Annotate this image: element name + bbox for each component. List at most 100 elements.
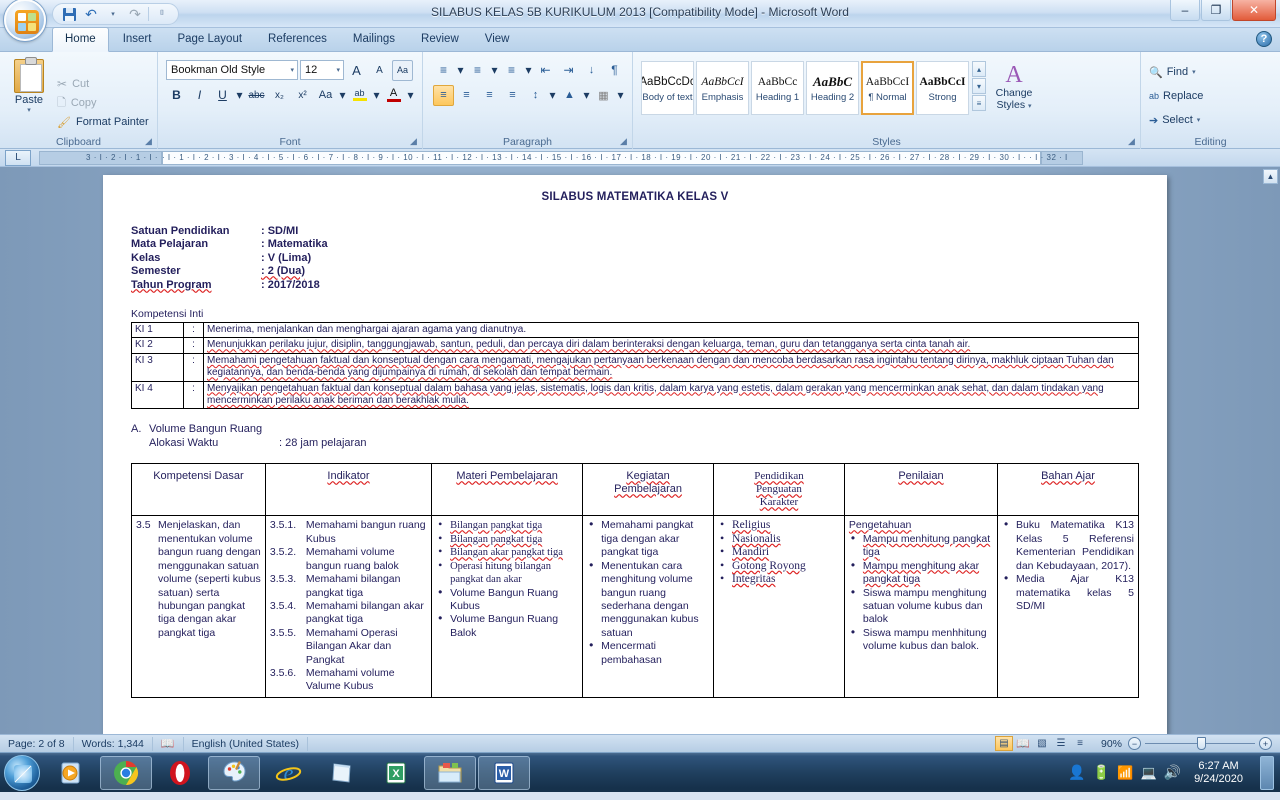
- taskbar-item-excel[interactable]: X: [370, 756, 422, 790]
- customize-qat-button[interactable]: ⌷: [152, 5, 172, 23]
- tab-review[interactable]: Review: [409, 28, 471, 51]
- decrease-indent-button[interactable]: ⇤: [535, 60, 556, 81]
- underline-button[interactable]: U: [212, 85, 233, 106]
- redo-button[interactable]: ↷: [125, 5, 145, 23]
- style-emphasis[interactable]: AaBbCcI Emphasis: [696, 61, 749, 115]
- change-styles-button[interactable]: A Change Styles ▾: [986, 61, 1042, 111]
- style-normal[interactable]: AaBbCcI ¶ Normal: [861, 61, 914, 115]
- align-right-button[interactable]: ≡: [479, 85, 500, 106]
- minimize-button[interactable]: –: [1170, 0, 1200, 21]
- page-indicator[interactable]: Page: 2 of 8: [0, 736, 74, 751]
- font-size-combo[interactable]: 12 ▾: [300, 60, 344, 80]
- taskbar-item-opera[interactable]: [154, 756, 206, 790]
- zoom-in-button[interactable]: +: [1259, 737, 1272, 750]
- start-button[interactable]: [4, 754, 40, 791]
- style-strong[interactable]: AaBbCcI Strong: [916, 61, 969, 115]
- close-button[interactable]: ✕: [1232, 0, 1276, 21]
- align-left-button[interactable]: ≡: [433, 84, 454, 106]
- justify-button[interactable]: ≡: [502, 85, 523, 106]
- font-color-button[interactable]: A: [383, 85, 404, 106]
- line-spacing-button[interactable]: ↕: [525, 85, 546, 106]
- taskbar-item-notepad[interactable]: [316, 756, 368, 790]
- proofing-status[interactable]: 📖: [153, 736, 184, 751]
- tab-view[interactable]: View: [473, 28, 522, 51]
- font-dialog-launcher[interactable]: ◢: [408, 136, 419, 147]
- strikethrough-button[interactable]: abc: [246, 85, 267, 106]
- show-desktop-button[interactable]: [1260, 755, 1274, 790]
- bold-button[interactable]: B: [166, 85, 187, 106]
- increase-indent-button[interactable]: ⇥: [558, 60, 579, 81]
- office-button[interactable]: [4, 0, 46, 41]
- subscript-button[interactable]: x₂: [269, 85, 290, 106]
- tab-home[interactable]: Home: [52, 27, 109, 52]
- view-full-screen-reading[interactable]: 📖: [1014, 736, 1032, 751]
- view-draft[interactable]: ≡: [1071, 736, 1089, 751]
- zoom-knob[interactable]: [1197, 737, 1206, 750]
- highlight-button[interactable]: ab: [349, 85, 370, 106]
- clipboard-dialog-launcher[interactable]: ◢: [143, 136, 154, 147]
- gallery-scroll-up-button[interactable]: ▴: [972, 61, 986, 77]
- style-heading-2[interactable]: AaBbC Heading 2: [806, 61, 859, 115]
- restore-button[interactable]: ❐: [1201, 0, 1231, 21]
- taskbar-item-microsoft-word[interactable]: W: [478, 755, 530, 790]
- clock[interactable]: 6:27 AM 9/24/2020: [1188, 760, 1249, 786]
- borders-button[interactable]: ▦: [593, 85, 614, 106]
- show-formatting-marks-button[interactable]: ¶: [604, 60, 625, 81]
- bullets-button[interactable]: ≡: [433, 60, 454, 81]
- tab-references[interactable]: References: [256, 28, 339, 51]
- gallery-more-button[interactable]: ≡: [972, 95, 986, 111]
- word-count[interactable]: Words: 1,344: [74, 736, 153, 751]
- style-heading-1[interactable]: AaBbCc Heading 1: [751, 61, 804, 115]
- language-indicator[interactable]: English (United States): [184, 736, 308, 751]
- multilevel-list-button[interactable]: ≡: [501, 60, 522, 81]
- shrink-font-button[interactable]: A: [369, 60, 390, 81]
- zoom-slider[interactable]: − +: [1128, 737, 1280, 750]
- help-icon[interactable]: ?: [1256, 31, 1272, 47]
- gallery-scroll-down-button[interactable]: ▾: [972, 78, 986, 94]
- change-case-button[interactable]: Aa: [315, 85, 336, 106]
- tab-insert[interactable]: Insert: [111, 28, 164, 51]
- align-center-button[interactable]: ≡: [456, 85, 477, 106]
- undo-dropdown[interactable]: ▾: [103, 5, 123, 23]
- copy-button[interactable]: 🗋 Copy: [57, 94, 149, 113]
- document-page[interactable]: SILABUS MATEMATIKA KELAS V Satuan Pendid…: [103, 175, 1167, 734]
- shading-dropdown[interactable]: ▾: [582, 85, 591, 106]
- italic-button[interactable]: I: [189, 85, 210, 106]
- numbering-button[interactable]: ≡: [467, 60, 488, 81]
- zoom-level[interactable]: 90%: [1095, 738, 1128, 750]
- undo-button[interactable]: ↶: [81, 5, 101, 23]
- volume-icon[interactable]: 🔊: [1164, 764, 1181, 781]
- numbering-dropdown[interactable]: ▾: [490, 60, 499, 81]
- style-body-of-text[interactable]: AaBbCcDc Body of text: [641, 61, 694, 115]
- superscript-button[interactable]: x²: [292, 85, 313, 106]
- view-outline[interactable]: ☰: [1052, 736, 1070, 751]
- bullets-dropdown[interactable]: ▾: [456, 60, 465, 81]
- borders-dropdown[interactable]: ▾: [616, 85, 625, 106]
- taskbar-item-google-chrome[interactable]: [100, 755, 152, 790]
- signal-icon[interactable]: 📶: [1117, 765, 1133, 781]
- tab-mailings[interactable]: Mailings: [341, 28, 407, 51]
- battery-icon[interactable]: 🔋: [1093, 764, 1110, 781]
- change-case-dropdown[interactable]: ▾: [338, 85, 347, 106]
- zoom-track[interactable]: [1145, 737, 1255, 750]
- highlight-dropdown[interactable]: ▾: [372, 85, 381, 106]
- replace-button[interactable]: ab Replace: [1149, 85, 1276, 107]
- user-icon[interactable]: 👤: [1068, 764, 1085, 781]
- sort-button[interactable]: ↓: [581, 60, 602, 81]
- select-button[interactable]: ➔ Select ▾: [1149, 109, 1276, 131]
- styles-dialog-launcher[interactable]: ◢: [1126, 136, 1137, 147]
- zoom-out-button[interactable]: −: [1128, 737, 1141, 750]
- shading-button[interactable]: ▲: [559, 85, 580, 106]
- paste-dropdown-arrow[interactable]: ▾: [4, 106, 54, 114]
- multilevel-dropdown[interactable]: ▾: [524, 60, 533, 81]
- tab-selector-button[interactable]: L: [5, 149, 31, 166]
- save-button[interactable]: [59, 5, 79, 23]
- clear-formatting-button[interactable]: Aa: [392, 59, 413, 81]
- taskbar-item-media-player[interactable]: [46, 756, 98, 790]
- paragraph-dialog-launcher[interactable]: ◢: [618, 136, 629, 147]
- font-name-combo[interactable]: Bookman Old Style ▾: [166, 60, 298, 80]
- font-color-dropdown[interactable]: ▾: [406, 85, 415, 106]
- taskbar-item-internet-explorer[interactable]: e: [262, 756, 314, 790]
- network-icon[interactable]: 💻: [1140, 765, 1156, 781]
- format-painter-button[interactable]: 🖌 Format Painter: [57, 113, 149, 132]
